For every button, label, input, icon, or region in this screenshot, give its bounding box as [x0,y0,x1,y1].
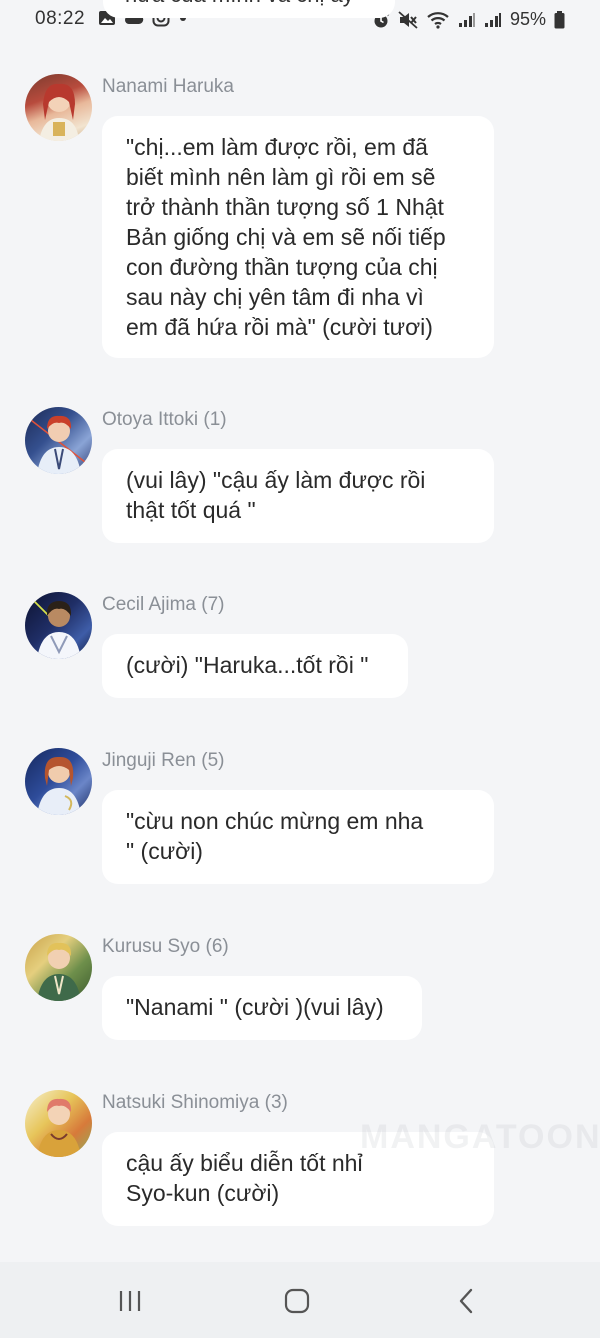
previous-message-text: hứa của mình và chị ấy [125,0,354,8]
message-bubble[interactable]: "cừu non chúc mừng em nha " (cười) [102,790,494,884]
message-line: (cười) "Haruka...tốt rồi " [126,652,369,678]
message-line: " (cười) [126,838,203,864]
status-time: 08:22 [35,8,86,29]
sender-name: Nanami Haruka [102,76,234,97]
sender-name: Jinguji Ren (5) [102,750,225,771]
message-line: thật tốt quá " [126,497,256,523]
avatar-kurusu-syo[interactable] [25,934,92,1001]
avatar-otoya-ittoki[interactable] [25,407,92,474]
avatar-nanami-haruka[interactable] [25,74,92,141]
message-bubble[interactable]: (cười) "Haruka...tốt rồi " [102,634,408,698]
back-button[interactable] [446,1284,486,1318]
back-icon [459,1288,473,1314]
message-line: "chị...em làm được rồi, em đã [126,134,428,160]
navigation-bar [0,1262,600,1338]
wifi-icon [427,11,449,29]
message-line: trở thành thần tượng số 1 Nhật [126,194,444,220]
avatar-natsuki-shinomiya[interactable] [25,1090,92,1157]
message-line: (vui lây) "cậu ấy làm được rồi [126,467,426,493]
status-right-icons: 95% [372,9,565,30]
sender-name: Natsuki Shinomiya (3) [102,1092,288,1113]
message-bubble[interactable]: "Nanami " (cười )(vui lây) [102,976,422,1040]
message-line: con đường thần tượng của chị [126,254,438,280]
message-line: Bản giống chị và em sẽ nối tiếp [126,224,446,250]
sender-name: Cecil Ajima (7) [102,594,225,615]
signal-icon [458,12,475,27]
avatar-cecil-ajima[interactable] [25,592,92,659]
message-bubble[interactable]: (vui lây) "cậu ấy làm được rồi thật tốt … [102,449,494,543]
message-line: biết mình nên làm gì rồi em sẽ [126,164,436,190]
mute-icon [398,10,418,29]
message-line: "cừu non chúc mừng em nha [126,808,424,834]
signal-icon [484,12,501,27]
sender-name: Kurusu Syo (6) [102,936,229,957]
previous-message-bubble: hứa của mình và chị ấy [103,0,395,18]
home-icon [284,1288,310,1314]
recent-apps-button[interactable] [110,1284,150,1318]
message-line: Syo-kun (cười) [126,1180,280,1206]
avatar-jinguji-ren[interactable] [25,748,92,815]
recent-apps-icon [119,1291,141,1311]
message-line: "Nanami " (cười )(vui lây) [126,994,384,1020]
message-bubble[interactable]: "chị...em làm được rồi, em đã biết mình … [102,116,494,358]
message-line: em đã hứa rồi mà" (cười tươi) [126,314,433,340]
battery-icon [554,10,565,28]
watermark: MANGATOON [360,1118,600,1156]
sender-name: Otoya Ittoki (1) [102,409,227,430]
battery-percent: 95% [509,9,546,29]
home-button[interactable] [277,1284,317,1318]
message-line: sau này chị yên tâm đi nha vì [126,284,424,310]
